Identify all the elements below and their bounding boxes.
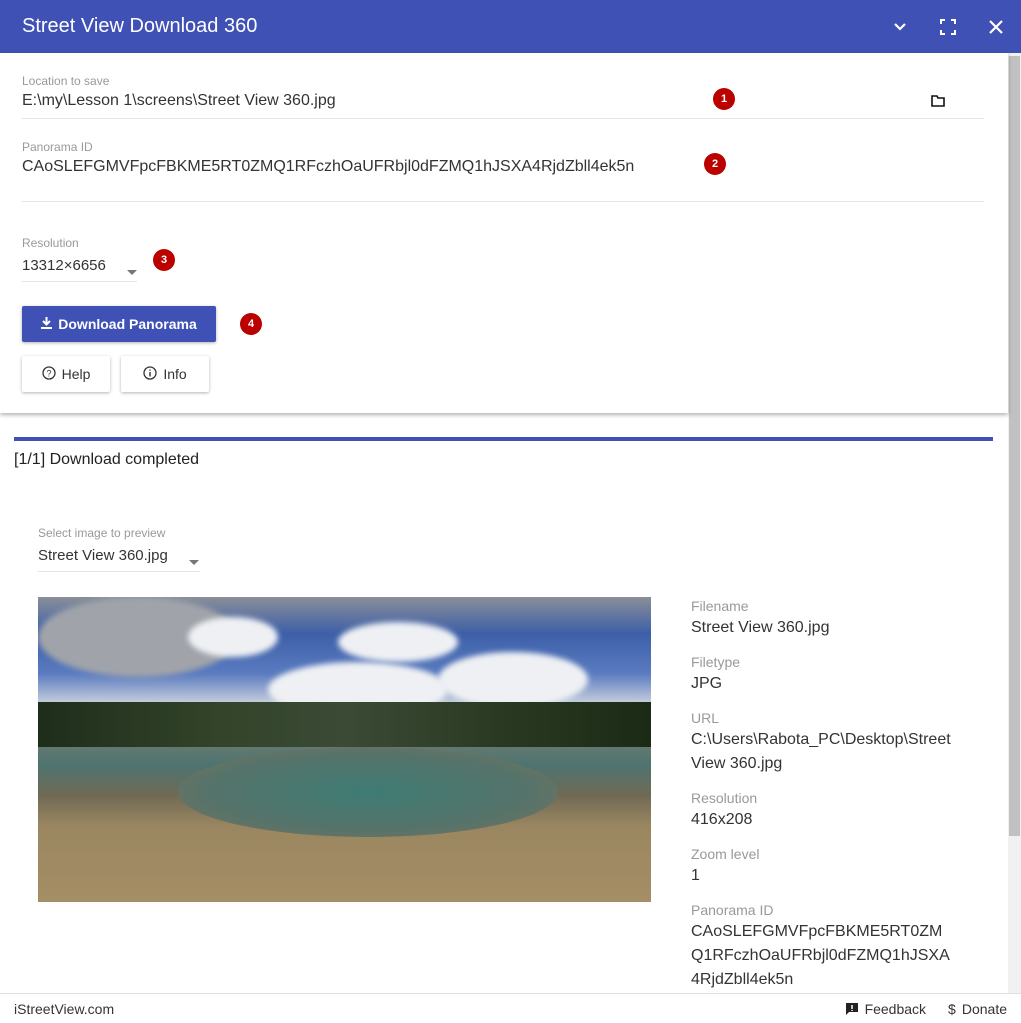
dropdown-arrow-icon[interactable] [189, 553, 199, 571]
scrollbar-thumb[interactable] [1009, 56, 1020, 836]
select-underline [22, 281, 137, 282]
download-status: [1/1] Download completed [14, 451, 199, 468]
feedback-button[interactable]: Feedback [845, 1001, 926, 1017]
download-icon [41, 316, 53, 332]
step-badge-3: 3 [153, 249, 175, 271]
download-panorama-button[interactable]: Download Panorama [22, 306, 216, 342]
preview-select[interactable]: Street View 360.jpg [38, 547, 168, 564]
location-label: Location to save [22, 74, 110, 88]
app-title: Street View Download 360 [22, 15, 258, 37]
svg-text:?: ? [46, 368, 51, 378]
pano-id-label: Panorama ID [691, 902, 774, 918]
folder-icon[interactable] [931, 94, 945, 112]
site-link[interactable]: iStreetView.com [14, 1001, 114, 1017]
preview-select-label: Select image to preview [38, 526, 166, 540]
info-button[interactable]: Info [121, 356, 209, 392]
filename-label: Filename [691, 598, 749, 614]
download-form: Location to save E:\my\Lesson 1\screens\… [0, 53, 1008, 413]
chevron-down-icon[interactable] [889, 16, 911, 38]
feedback-icon [845, 1002, 859, 1016]
info-icon [143, 365, 157, 383]
download-label: Download Panorama [58, 316, 197, 332]
zoom-label: Zoom level [691, 846, 760, 862]
select-underline [38, 571, 200, 572]
resolution-select[interactable]: 13312×6656 [22, 257, 106, 274]
dropdown-arrow-icon[interactable] [127, 263, 137, 281]
step-badge-1: 1 [713, 88, 735, 110]
help-button[interactable]: ? Help [22, 356, 110, 392]
filename-value: Street View 360.jpg [691, 619, 830, 636]
dollar-icon: $ [948, 1000, 956, 1017]
panorama-preview-image [38, 597, 651, 902]
panorama-id-input[interactable]: CAoSLEFGMVFpcFBKME5RT0ZMQ1RFczhOaUFRbjl0… [22, 158, 634, 176]
resolution-label: Resolution [22, 236, 79, 250]
divider [22, 201, 984, 202]
filetype-value: JPG [691, 675, 723, 692]
resolution-info-label: Resolution [691, 790, 758, 806]
help-icon: ? [41, 365, 56, 383]
pano-id-value: CAoSLEFGMVFpcFBKME5RT0ZMQ1RFczhOaUFRbjl0… [691, 923, 950, 988]
close-icon[interactable] [985, 16, 1007, 38]
progress-bar [14, 437, 993, 441]
location-input[interactable]: E:\my\Lesson 1\screens\Street View 360.j… [22, 92, 336, 110]
url-label: URL [691, 710, 720, 726]
footer: iStreetView.com Feedback $ Donate [0, 993, 1021, 1023]
help-label: Help [61, 366, 91, 382]
title-bar: Street View Download 360 [0, 0, 1021, 53]
donate-label: Donate [961, 1000, 1007, 1017]
panorama-id-label: Panorama ID [22, 140, 93, 154]
feedback-label: Feedback [864, 1000, 927, 1017]
donate-button[interactable]: $ Donate [948, 1001, 1007, 1017]
divider [22, 118, 984, 119]
fullscreen-icon[interactable] [937, 16, 959, 38]
url-value: C:\Users\Rabota_PC\Desktop\Street View 3… [691, 731, 951, 772]
resolution-info-value: 416x208 [691, 811, 753, 828]
step-badge-4: 4 [240, 313, 262, 335]
step-badge-2: 2 [704, 153, 726, 175]
filetype-label: Filetype [691, 654, 741, 670]
zoom-value: 1 [691, 867, 700, 884]
info-label: Info [163, 366, 187, 382]
